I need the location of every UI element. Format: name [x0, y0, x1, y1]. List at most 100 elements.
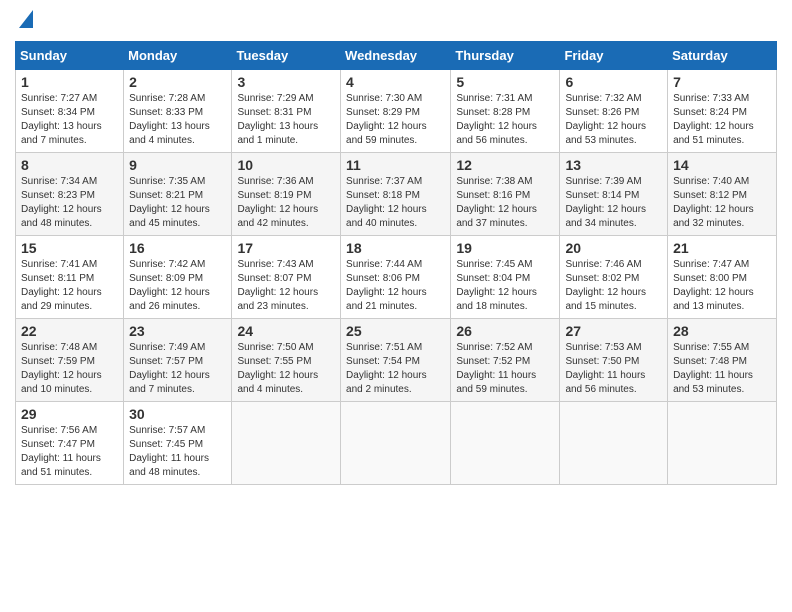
- day-info: Sunrise: 7:52 AM Sunset: 7:52 PM Dayligh…: [456, 341, 554, 397]
- day-info: Sunrise: 7:32 AM Sunset: 8:26 PM Dayligh…: [565, 92, 662, 148]
- calendar-cell: 20 Sunrise: 7:46 AM Sunset: 8:02 PM Dayli…: [560, 236, 668, 319]
- calendar-header-monday: Monday: [124, 42, 232, 70]
- calendar-cell: 6 Sunrise: 7:32 AM Sunset: 8:26 PM Daylig…: [560, 70, 668, 153]
- calendar-header-thursday: Thursday: [451, 42, 560, 70]
- calendar-header-tuesday: Tuesday: [232, 42, 341, 70]
- day-number: 19: [456, 240, 554, 256]
- day-number: 12: [456, 157, 554, 173]
- calendar-cell: 11Sunrise: 7:37 AM Sunset: 8:18 PM Dayli…: [341, 153, 451, 236]
- calendar-week-3: 15 Sunrise: 7:41 AM Sunset: 8:11 PM Dayli…: [16, 236, 777, 319]
- day-info: Sunrise: 7:49 AM Sunset: 7:57 PM Dayligh…: [129, 341, 226, 397]
- calendar-cell: 17Sunrise: 7:43 AM Sunset: 8:07 PM Dayli…: [232, 236, 341, 319]
- day-number: 14: [673, 157, 771, 173]
- logo-icon: [19, 10, 33, 28]
- day-number: 27: [565, 323, 662, 339]
- calendar-cell: 10 Sunrise: 7:36 AM Sunset: 8:19 PM Dayli…: [232, 153, 341, 236]
- calendar-cell: 29 Sunrise: 7:56 AM Sunset: 7:47 PM Dayli…: [16, 402, 124, 485]
- day-info: Sunrise: 7:56 AM Sunset: 7:47 PM Dayligh…: [21, 424, 118, 480]
- calendar-cell: 3 Sunrise: 7:29 AM Sunset: 8:31 PM Daylig…: [232, 70, 341, 153]
- calendar-week-1: 1 Sunrise: 7:27 AM Sunset: 8:34 PM Daylig…: [16, 70, 777, 153]
- day-number: 7: [673, 74, 771, 90]
- calendar-cell: 24 Sunrise: 7:50 AM Sunset: 7:55 PM Dayli…: [232, 319, 341, 402]
- day-info: Sunrise: 7:27 AM Sunset: 8:34 PM Dayligh…: [21, 92, 118, 148]
- day-number: 29: [21, 406, 118, 422]
- day-info: Sunrise: 7:34 AM Sunset: 8:23 PM Dayligh…: [21, 175, 118, 231]
- day-info: Sunrise: 7:45 AM Sunset: 8:04 PM Dayligh…: [456, 258, 554, 314]
- calendar-cell: 15 Sunrise: 7:41 AM Sunset: 8:11 PM Dayli…: [16, 236, 124, 319]
- calendar-cell: [668, 402, 777, 485]
- day-info: Sunrise: 7:57 AM Sunset: 7:45 PM Dayligh…: [129, 424, 226, 480]
- day-info: Sunrise: 7:55 AM Sunset: 7:48 PM Dayligh…: [673, 341, 771, 397]
- day-number: 4: [346, 74, 445, 90]
- calendar-cell: 1 Sunrise: 7:27 AM Sunset: 8:34 PM Daylig…: [16, 70, 124, 153]
- day-info: Sunrise: 7:42 AM Sunset: 8:09 PM Dayligh…: [129, 258, 226, 314]
- day-info: Sunrise: 7:35 AM Sunset: 8:21 PM Dayligh…: [129, 175, 226, 231]
- calendar-week-4: 22Sunrise: 7:48 AM Sunset: 7:59 PM Dayli…: [16, 319, 777, 402]
- calendar-cell: 19 Sunrise: 7:45 AM Sunset: 8:04 PM Dayli…: [451, 236, 560, 319]
- calendar-cell: [560, 402, 668, 485]
- calendar-cell: 27Sunrise: 7:53 AM Sunset: 7:50 PM Dayli…: [560, 319, 668, 402]
- calendar-cell: [232, 402, 341, 485]
- day-number: 17: [237, 240, 335, 256]
- day-info: Sunrise: 7:51 AM Sunset: 7:54 PM Dayligh…: [346, 341, 445, 397]
- day-info: Sunrise: 7:46 AM Sunset: 8:02 PM Dayligh…: [565, 258, 662, 314]
- calendar-cell: 13 Sunrise: 7:39 AM Sunset: 8:14 PM Dayli…: [560, 153, 668, 236]
- calendar-cell: 2 Sunrise: 7:28 AM Sunset: 8:33 PM Daylig…: [124, 70, 232, 153]
- calendar-header-sunday: Sunday: [16, 42, 124, 70]
- day-info: Sunrise: 7:48 AM Sunset: 7:59 PM Dayligh…: [21, 341, 118, 397]
- calendar-cell: 22Sunrise: 7:48 AM Sunset: 7:59 PM Dayli…: [16, 319, 124, 402]
- calendar-cell: 4 Sunrise: 7:30 AM Sunset: 8:29 PM Daylig…: [341, 70, 451, 153]
- day-info: Sunrise: 7:37 AM Sunset: 8:18 PM Dayligh…: [346, 175, 445, 231]
- calendar-cell: [341, 402, 451, 485]
- day-number: 30: [129, 406, 226, 422]
- day-info: Sunrise: 7:33 AM Sunset: 8:24 PM Dayligh…: [673, 92, 771, 148]
- calendar-cell: 9Sunrise: 7:35 AM Sunset: 8:21 PM Daylig…: [124, 153, 232, 236]
- day-number: 16: [129, 240, 226, 256]
- day-number: 5: [456, 74, 554, 90]
- calendar-cell: 26 Sunrise: 7:52 AM Sunset: 7:52 PM Dayli…: [451, 319, 560, 402]
- calendar-cell: 12 Sunrise: 7:38 AM Sunset: 8:16 PM Dayli…: [451, 153, 560, 236]
- day-info: Sunrise: 7:50 AM Sunset: 7:55 PM Dayligh…: [237, 341, 335, 397]
- calendar-cell: 14 Sunrise: 7:40 AM Sunset: 8:12 PM Dayli…: [668, 153, 777, 236]
- day-number: 26: [456, 323, 554, 339]
- day-info: Sunrise: 7:38 AM Sunset: 8:16 PM Dayligh…: [456, 175, 554, 231]
- day-number: 15: [21, 240, 118, 256]
- day-number: 8: [21, 157, 118, 173]
- calendar-cell: 5Sunrise: 7:31 AM Sunset: 8:28 PM Daylig…: [451, 70, 560, 153]
- day-info: Sunrise: 7:40 AM Sunset: 8:12 PM Dayligh…: [673, 175, 771, 231]
- day-info: Sunrise: 7:28 AM Sunset: 8:33 PM Dayligh…: [129, 92, 226, 148]
- day-info: Sunrise: 7:44 AM Sunset: 8:06 PM Dayligh…: [346, 258, 445, 314]
- day-number: 23: [129, 323, 226, 339]
- calendar-table: SundayMondayTuesdayWednesdayThursdayFrid…: [15, 41, 777, 485]
- day-info: Sunrise: 7:47 AM Sunset: 8:00 PM Dayligh…: [673, 258, 771, 314]
- day-number: 3: [237, 74, 335, 90]
- calendar-cell: [451, 402, 560, 485]
- calendar-week-5: 29 Sunrise: 7:56 AM Sunset: 7:47 PM Dayli…: [16, 402, 777, 485]
- calendar-cell: 21 Sunrise: 7:47 AM Sunset: 8:00 PM Dayli…: [668, 236, 777, 319]
- day-number: 18: [346, 240, 445, 256]
- calendar-header-friday: Friday: [560, 42, 668, 70]
- calendar-header-saturday: Saturday: [668, 42, 777, 70]
- day-info: Sunrise: 7:30 AM Sunset: 8:29 PM Dayligh…: [346, 92, 445, 148]
- page-header: [15, 10, 777, 31]
- day-number: 6: [565, 74, 662, 90]
- day-number: 13: [565, 157, 662, 173]
- calendar-cell: 25Sunrise: 7:51 AM Sunset: 7:54 PM Dayli…: [341, 319, 451, 402]
- day-info: Sunrise: 7:36 AM Sunset: 8:19 PM Dayligh…: [237, 175, 335, 231]
- day-number: 28: [673, 323, 771, 339]
- day-number: 10: [237, 157, 335, 173]
- day-info: Sunrise: 7:39 AM Sunset: 8:14 PM Dayligh…: [565, 175, 662, 231]
- day-info: Sunrise: 7:41 AM Sunset: 8:11 PM Dayligh…: [21, 258, 118, 314]
- calendar-cell: 30 Sunrise: 7:57 AM Sunset: 7:45 PM Dayli…: [124, 402, 232, 485]
- day-number: 1: [21, 74, 118, 90]
- calendar-cell: 7 Sunrise: 7:33 AM Sunset: 8:24 PM Daylig…: [668, 70, 777, 153]
- calendar-header-wednesday: Wednesday: [341, 42, 451, 70]
- day-number: 24: [237, 323, 335, 339]
- day-info: Sunrise: 7:29 AM Sunset: 8:31 PM Dayligh…: [237, 92, 335, 148]
- day-number: 20: [565, 240, 662, 256]
- day-number: 2: [129, 74, 226, 90]
- calendar-header-row: SundayMondayTuesdayWednesdayThursdayFrid…: [16, 42, 777, 70]
- calendar-cell: 8 Sunrise: 7:34 AM Sunset: 8:23 PM Daylig…: [16, 153, 124, 236]
- calendar-cell: 18 Sunrise: 7:44 AM Sunset: 8:06 PM Dayli…: [341, 236, 451, 319]
- day-number: 21: [673, 240, 771, 256]
